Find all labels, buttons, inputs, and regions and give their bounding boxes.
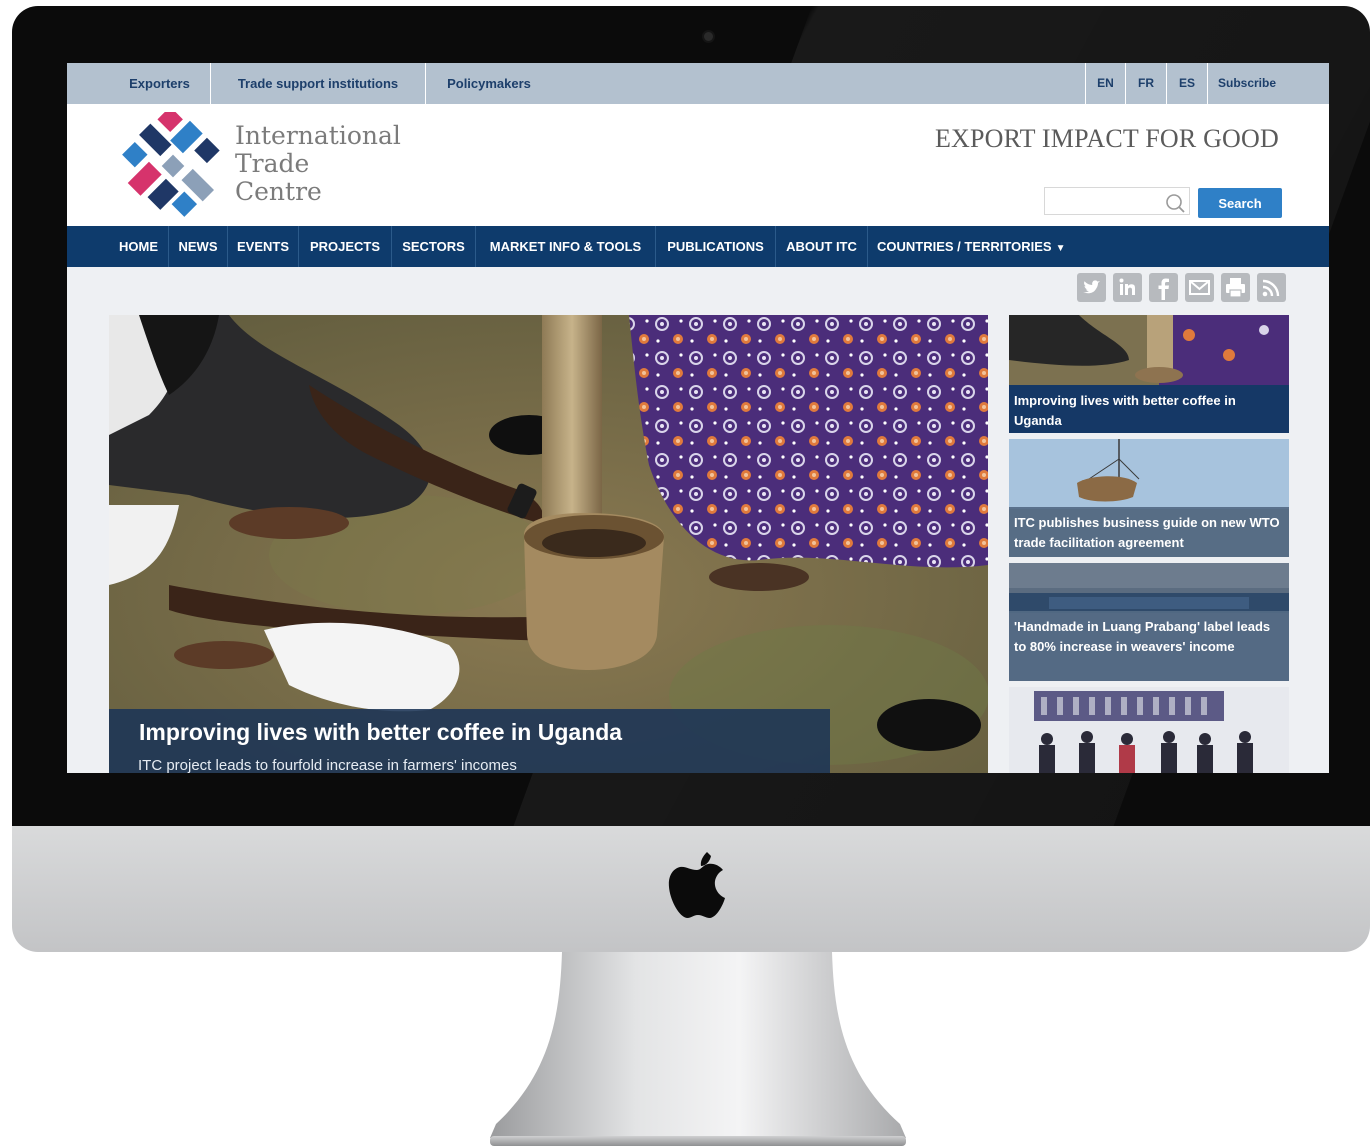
search-button[interactable]: Search	[1198, 188, 1282, 218]
twitter-icon[interactable]	[1077, 273, 1106, 302]
monitor-stand	[490, 952, 906, 1146]
nav-countries-label: COUNTRIES / TERRITORIES	[877, 239, 1052, 254]
email-icon[interactable]	[1185, 273, 1214, 302]
logo-line-2: Trade	[235, 149, 310, 178]
hero-image	[109, 315, 988, 773]
hero-slideshow[interactable]: Improving lives with better coffee in Ug…	[109, 315, 988, 773]
utility-bar: Exporters Trade support institutions Pol…	[67, 63, 1329, 104]
nav-projects[interactable]: PROJECTS	[299, 226, 392, 267]
nav-trade-support-link[interactable]: Trade support institutions	[211, 63, 426, 104]
rss-icon[interactable]	[1257, 273, 1286, 302]
hero-caption[interactable]: Improving lives with better coffee in Ug…	[109, 709, 830, 773]
hero-subtitle: ITC project leads to fourfold increase i…	[138, 757, 517, 773]
side-story-4[interactable]	[1009, 687, 1289, 773]
search-icon	[1166, 194, 1185, 213]
subscribe-link[interactable]: Subscribe	[1208, 63, 1286, 104]
itc-logo-text[interactable]: International Trade Centre	[235, 122, 401, 206]
logo-line-3: Centre	[235, 177, 322, 206]
side-story-4-thumbnail	[1009, 687, 1289, 773]
apple-logo-icon	[668, 852, 725, 918]
side-story-2[interactable]: ITC publishes business guide on new WTO …	[1009, 439, 1289, 557]
nav-about-itc[interactable]: ABOUT ITC	[776, 226, 868, 267]
site-header: International Trade Centre EXPORT IMPACT…	[67, 104, 1329, 226]
nav-news[interactable]: NEWS	[169, 226, 228, 267]
nav-market-info-tools[interactable]: MARKET INFO & TOOLS	[476, 226, 656, 267]
itc-logo-icon[interactable]	[121, 112, 225, 220]
browser-screen: Exporters Trade support institutions Pol…	[67, 63, 1329, 773]
lang-es-link[interactable]: ES	[1167, 63, 1208, 104]
side-story-1[interactable]: Improving lives with better coffee in Ug…	[1009, 315, 1289, 433]
lang-en-link[interactable]: EN	[1085, 63, 1126, 104]
side-story-2-title[interactable]: ITC publishes business guide on new WTO …	[1009, 507, 1289, 557]
nav-events[interactable]: EVENTS	[228, 226, 299, 267]
main-navigation: HOME NEWS EVENTS PROJECTS SECTORS MARKET…	[67, 226, 1329, 267]
side-story-3[interactable]: 'Handmade in Luang Prabang' label leads …	[1009, 563, 1289, 681]
nav-home[interactable]: HOME	[109, 226, 169, 267]
site-tagline: EXPORT IMPACT FOR GOOD	[934, 124, 1279, 153]
facebook-icon[interactable]	[1149, 273, 1178, 302]
logo-line-1: International	[235, 121, 401, 150]
side-story-1-title[interactable]: Improving lives with better coffee in Ug…	[1009, 385, 1289, 433]
print-icon[interactable]	[1221, 273, 1250, 302]
linkedin-icon[interactable]	[1113, 273, 1142, 302]
nav-sectors[interactable]: SECTORS	[392, 226, 476, 267]
caret-down-icon: ▼	[1055, 243, 1066, 254]
nav-policymakers-link[interactable]: Policymakers	[426, 63, 552, 104]
side-story-3-title[interactable]: 'Handmade in Luang Prabang' label leads …	[1009, 611, 1289, 681]
webcam	[704, 32, 713, 41]
nav-publications[interactable]: PUBLICATIONS	[656, 226, 776, 267]
nav-exporters-link[interactable]: Exporters	[109, 63, 211, 104]
hero-title[interactable]: Improving lives with better coffee in Ug…	[139, 719, 622, 746]
lang-fr-link[interactable]: FR	[1126, 63, 1167, 104]
nav-countries-territories[interactable]: COUNTRIES / TERRITORIES ▼	[868, 226, 1088, 267]
